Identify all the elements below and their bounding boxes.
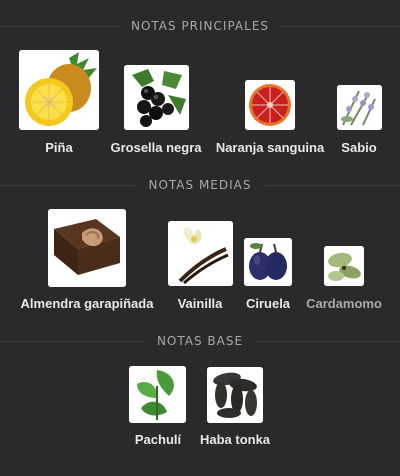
section-header-principales: NOTAS PRINCIPALES: [0, 18, 400, 34]
blood-orange-icon[interactable]: [245, 80, 295, 130]
note-label: Naranja sanguina: [215, 140, 325, 155]
blackcurrant-icon[interactable]: [124, 65, 189, 130]
candied-almond-icon[interactable]: [48, 209, 126, 287]
pineapple-icon[interactable]: [19, 50, 99, 130]
sage-icon[interactable]: [337, 85, 382, 130]
vanilla-icon[interactable]: [168, 221, 233, 286]
section-title: NOTAS MEDIAS: [148, 178, 252, 192]
plum-icon[interactable]: [244, 238, 292, 286]
note-label: Sabio: [341, 140, 377, 155]
cardamom-icon[interactable]: [324, 246, 364, 286]
section-header-medias: NOTAS MEDIAS: [0, 177, 400, 193]
note-label: Cardamomo: [306, 296, 382, 311]
note-label: Pachulí: [134, 432, 182, 447]
section-title: NOTAS PRINCIPALES: [130, 19, 270, 33]
note-label: Vainilla: [177, 296, 223, 311]
note-label: Haba tonka: [199, 432, 271, 447]
tonka-bean-icon[interactable]: [207, 367, 263, 423]
note-label: Grosella negra: [110, 140, 202, 155]
patchouli-icon[interactable]: [129, 366, 186, 423]
note-label: Ciruela: [245, 296, 291, 311]
note-label: Piña: [45, 140, 73, 155]
note-label: Almendra garapiñada: [20, 296, 154, 311]
section-title: NOTAS BASE: [156, 334, 244, 348]
section-header-base: NOTAS BASE: [0, 333, 400, 349]
